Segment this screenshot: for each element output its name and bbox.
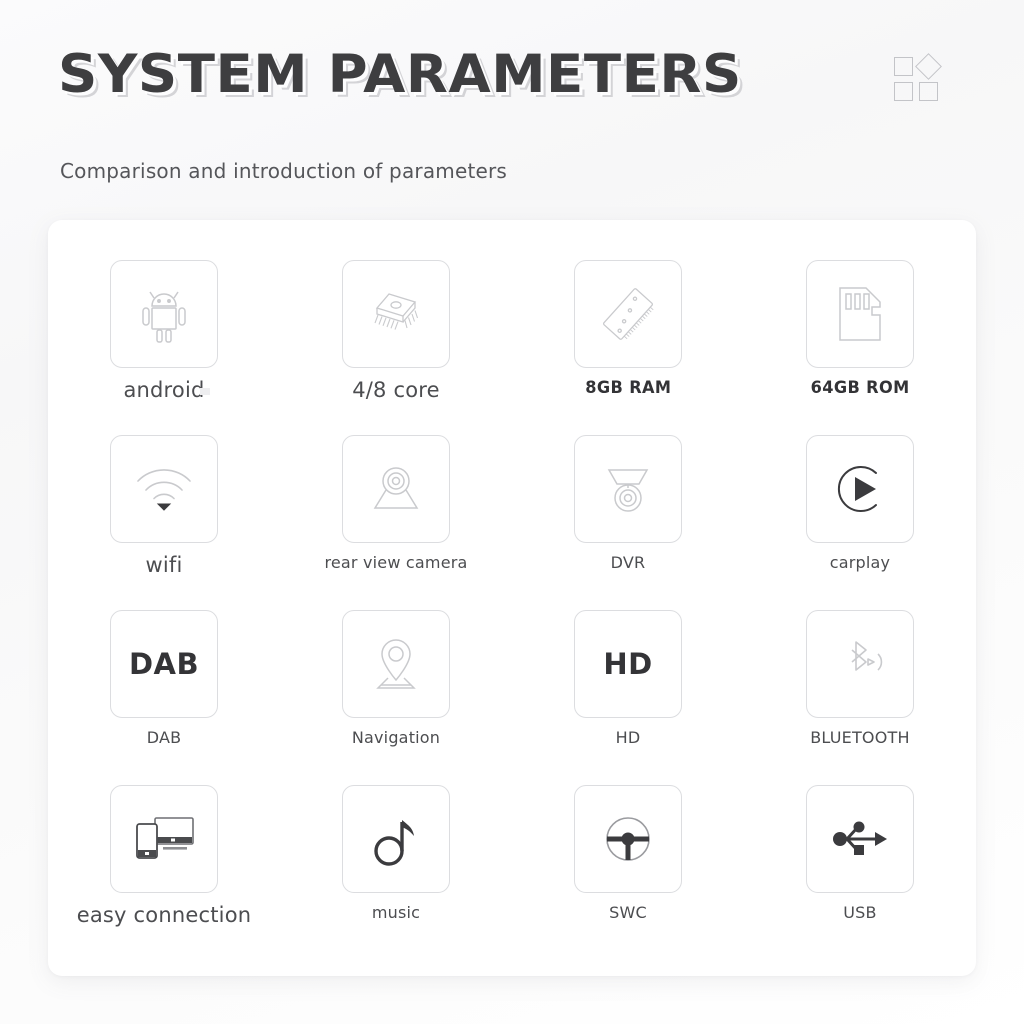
parameter-label: easy connection	[76, 903, 252, 927]
parameter-label: Navigation	[351, 728, 441, 747]
parameter-label: music	[371, 903, 421, 922]
parameter-item-dab[interactable]: DAB DAB	[48, 610, 280, 785]
carplay-tile[interactable]	[806, 435, 914, 543]
music-tile[interactable]	[342, 785, 450, 893]
rom-tile[interactable]	[806, 260, 914, 368]
parameter-label: DAB	[146, 728, 182, 747]
page-header: SYSTEM PARAMETERS Comparison and introdu…	[0, 0, 1024, 220]
parameter-label: carplay	[829, 553, 891, 572]
parameter-label: BLUETOOTH	[810, 728, 910, 747]
parameter-item-bluetooth[interactable]: BLUETOOTH	[744, 610, 976, 785]
navigation-tile[interactable]	[342, 610, 450, 718]
deco-square-top-left	[894, 57, 913, 76]
dab-text-icon: DAB	[128, 647, 200, 681]
parameter-item-navigation[interactable]: Navigation	[280, 610, 512, 785]
parameter-label: USB	[843, 903, 877, 922]
cpu-tile[interactable]	[342, 260, 450, 368]
deco-square-bottom-right	[919, 82, 938, 101]
parameter-label: DVR	[610, 553, 646, 572]
swc-tile[interactable]	[574, 785, 682, 893]
parameter-label: HD	[615, 728, 641, 747]
parameter-item-swc[interactable]: SWC	[512, 785, 744, 960]
parameter-item-ram[interactable]: 8GB RAM	[512, 260, 744, 435]
parameter-label: 8GB RAM	[584, 378, 672, 398]
cpu-chip-icon	[374, 293, 419, 330]
parameter-label: SWC	[609, 903, 647, 922]
play-circle-icon	[837, 466, 877, 512]
dvr-tile[interactable]	[574, 435, 682, 543]
android-tile[interactable]	[110, 260, 218, 368]
sd-card-icon	[839, 287, 881, 341]
parameter-item-dvr[interactable]: DVR	[512, 435, 744, 610]
usb-tile[interactable]	[806, 785, 914, 893]
screen-mirror-icon	[136, 817, 194, 859]
parameter-label: 4/8 core	[352, 378, 440, 402]
map-pin-icon	[376, 639, 416, 689]
parameters-grid: android 4/8 core 8GB RAM 64GB ROM wifi r…	[48, 260, 976, 960]
hd-text-icon: HD	[603, 647, 653, 681]
parameter-label: 64GB ROM	[810, 378, 910, 398]
dab-tile[interactable]: DAB	[110, 610, 218, 718]
dvr-camera-icon	[607, 469, 649, 512]
four-squares-mark-icon	[894, 53, 944, 104]
parameter-label: rear view camera	[324, 553, 468, 572]
parameter-item-music[interactable]: music	[280, 785, 512, 960]
parameter-item-easy-connection[interactable]: easy connection	[48, 785, 280, 960]
hd-tile[interactable]: HD	[574, 610, 682, 718]
music-note-icon	[374, 820, 414, 866]
ram-tile[interactable]	[574, 260, 682, 368]
rear-view-camera-icon	[373, 467, 419, 509]
wifi-tile[interactable]	[110, 435, 218, 543]
page-title: SYSTEM PARAMETERS	[58, 44, 742, 105]
parameter-item-usb[interactable]: USB	[744, 785, 976, 960]
steering-wheel-icon	[606, 817, 650, 861]
label-artifact	[200, 388, 210, 395]
deco-square-bottom-left	[894, 82, 913, 101]
easy-connection-tile[interactable]	[110, 785, 218, 893]
parameter-item-wifi[interactable]: wifi	[48, 435, 280, 610]
android-robot-icon	[142, 291, 186, 343]
deco-diamond-top-right	[915, 53, 942, 80]
parameter-item-android[interactable]: android	[48, 260, 280, 435]
parameter-label: wifi	[145, 553, 183, 577]
ram-stick-icon	[602, 288, 654, 340]
bluetooth-tile[interactable]	[806, 610, 914, 718]
parameter-item-cpu[interactable]: 4/8 core	[280, 260, 512, 435]
parameter-item-rear-camera[interactable]: rear view camera	[280, 435, 512, 610]
system-parameters-page: SYSTEM PARAMETERS Comparison and introdu…	[0, 0, 1024, 1024]
parameter-item-hd[interactable]: HD HD	[512, 610, 744, 785]
parameter-item-carplay[interactable]: carplay	[744, 435, 976, 610]
parameters-card: android 4/8 core 8GB RAM 64GB ROM wifi r…	[48, 220, 976, 976]
usb-icon	[833, 821, 887, 855]
bluetooth-icon	[851, 641, 883, 671]
page-title-wrapper: SYSTEM PARAMETERS	[58, 48, 741, 101]
parameter-item-rom[interactable]: 64GB ROM	[744, 260, 976, 435]
parameter-label: android	[123, 378, 205, 402]
page-subtitle: Comparison and introduction of parameter…	[60, 159, 508, 183]
rear-camera-tile[interactable]	[342, 435, 450, 543]
wifi-signal-icon	[137, 469, 191, 511]
